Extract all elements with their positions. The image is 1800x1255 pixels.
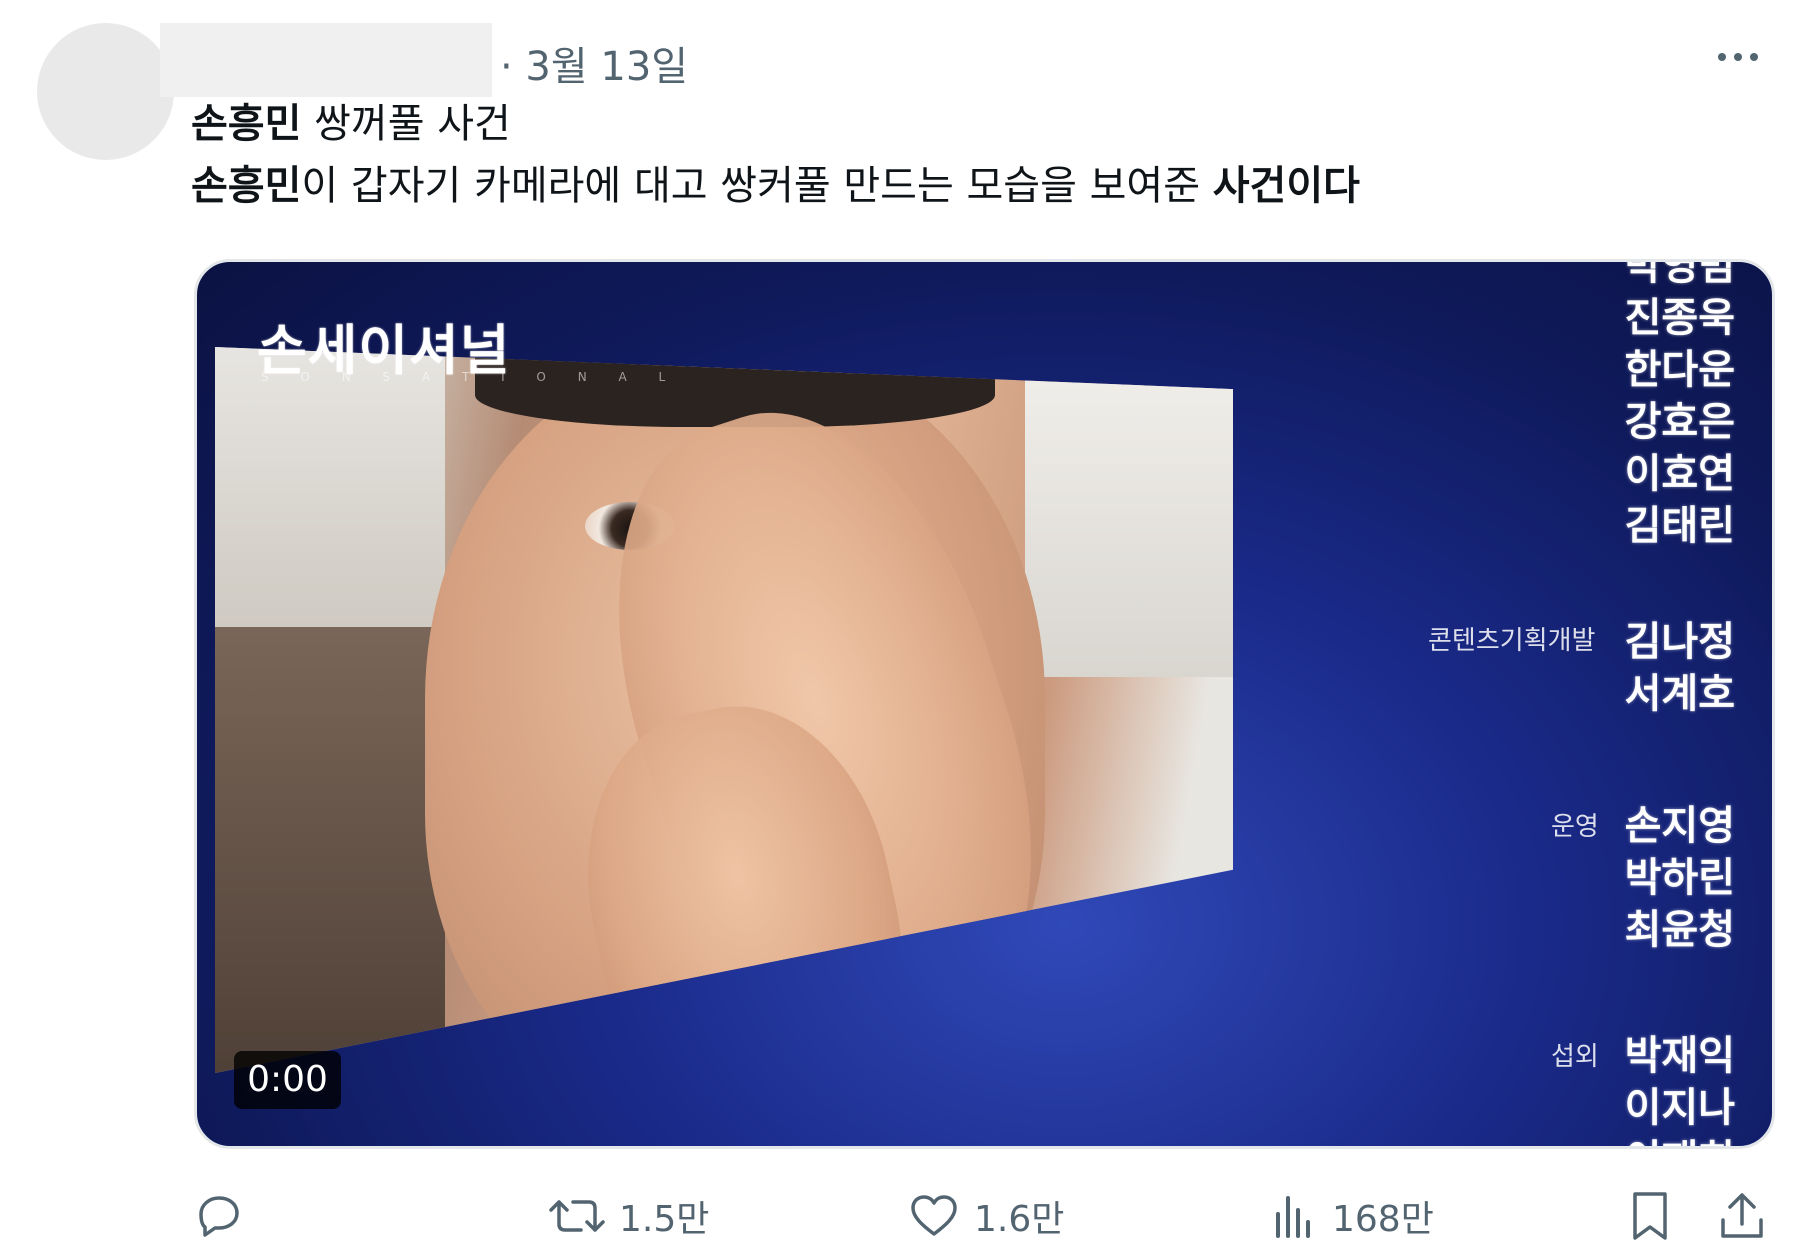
post-date[interactable]: · 3월 13일 bbox=[500, 34, 688, 92]
redacted-username[interactable] bbox=[160, 23, 492, 97]
credits-group-2: 김나정 서계호 bbox=[1615, 616, 1735, 720]
post-text-bold: 손흥민 bbox=[191, 101, 302, 147]
credit-name: 최윤청 bbox=[1624, 907, 1735, 953]
views-count: 168만 bbox=[1332, 1199, 1434, 1240]
bookmark-icon bbox=[1633, 1192, 1667, 1240]
channel-logo-subtitle: S O N S A T I O N A L bbox=[261, 370, 680, 384]
retweet-count: 1.5만 bbox=[619, 1199, 710, 1240]
credit-name: 김태린 bbox=[1624, 503, 1735, 549]
video-player[interactable]: 손세이셔널 S O N S A T I O N A L 박영범 진종욱 한다운 … bbox=[194, 259, 1775, 1149]
credit-role: 섭외 bbox=[1551, 1042, 1599, 1072]
credit-name: 이지나 bbox=[1624, 1085, 1735, 1131]
share-icon bbox=[1721, 1193, 1763, 1238]
retweet-button[interactable]: 1.5만 bbox=[549, 1189, 709, 1243]
post-text-bold: 손흥민 bbox=[191, 163, 302, 209]
video-timestamp: 0:00 bbox=[234, 1051, 341, 1109]
credits-group-1: 박영범 진종욱 한다운 강효은 이효연 김태린 bbox=[1615, 259, 1735, 552]
credit-name: 서계호 bbox=[1624, 671, 1735, 717]
credit-name: 박하린 bbox=[1624, 855, 1735, 901]
post-text: 이 갑자기 카메라에 대고 쌍커풀 만드는 모습을 보여준 bbox=[301, 163, 1213, 209]
heart-icon bbox=[911, 1195, 957, 1236]
credits-group-3: 손지영 박하린 최윤청 bbox=[1615, 800, 1735, 956]
reply-button[interactable] bbox=[193, 1189, 245, 1243]
credit-name: 손지영 bbox=[1624, 803, 1735, 849]
credit-name: 강효은 bbox=[1624, 399, 1735, 445]
post-text-bold: 사건이다 bbox=[1212, 163, 1360, 209]
views-chart-icon bbox=[1276, 1196, 1310, 1238]
credit-role: 콘텐츠기획개발 bbox=[1428, 626, 1596, 656]
credits-group-4: 박재익 이지나 이재희 bbox=[1615, 1030, 1735, 1146]
video-frame-image bbox=[215, 347, 1233, 1073]
retweet-icon bbox=[549, 1200, 605, 1232]
like-button[interactable]: 1.6만 bbox=[908, 1189, 1064, 1243]
credit-name: 김나정 bbox=[1624, 619, 1735, 665]
avatar[interactable] bbox=[37, 23, 174, 160]
share-button[interactable] bbox=[1718, 1189, 1766, 1243]
credit-name: 이재희 bbox=[1615, 1134, 1735, 1146]
views-button[interactable]: 168만 bbox=[1270, 1189, 1434, 1243]
post-text-line-2: 손흥민이 갑자기 카메라에 대고 쌍커풀 만드는 모습을 보여준 사건이다 bbox=[191, 160, 1360, 212]
reply-icon bbox=[199, 1196, 239, 1237]
bookmark-button[interactable] bbox=[1628, 1189, 1672, 1243]
more-horizontal-icon[interactable] bbox=[1714, 41, 1762, 73]
credit-name: 진종욱 bbox=[1624, 295, 1735, 341]
like-count: 1.6만 bbox=[974, 1199, 1065, 1240]
post-actions-bar: 1.5만 1.6만 168만 bbox=[0, 1175, 1800, 1255]
post-text: 쌍꺼풀 사건 bbox=[301, 101, 511, 147]
credit-name: 한다운 bbox=[1624, 347, 1735, 393]
credit-role: 운영 bbox=[1551, 812, 1599, 842]
credit-name: 박영범 bbox=[1624, 259, 1735, 289]
credit-name: 박재익 bbox=[1624, 1033, 1735, 1079]
post-text-line-1: 손흥민 쌍꺼풀 사건 bbox=[191, 98, 511, 150]
credit-name: 이효연 bbox=[1624, 451, 1735, 497]
